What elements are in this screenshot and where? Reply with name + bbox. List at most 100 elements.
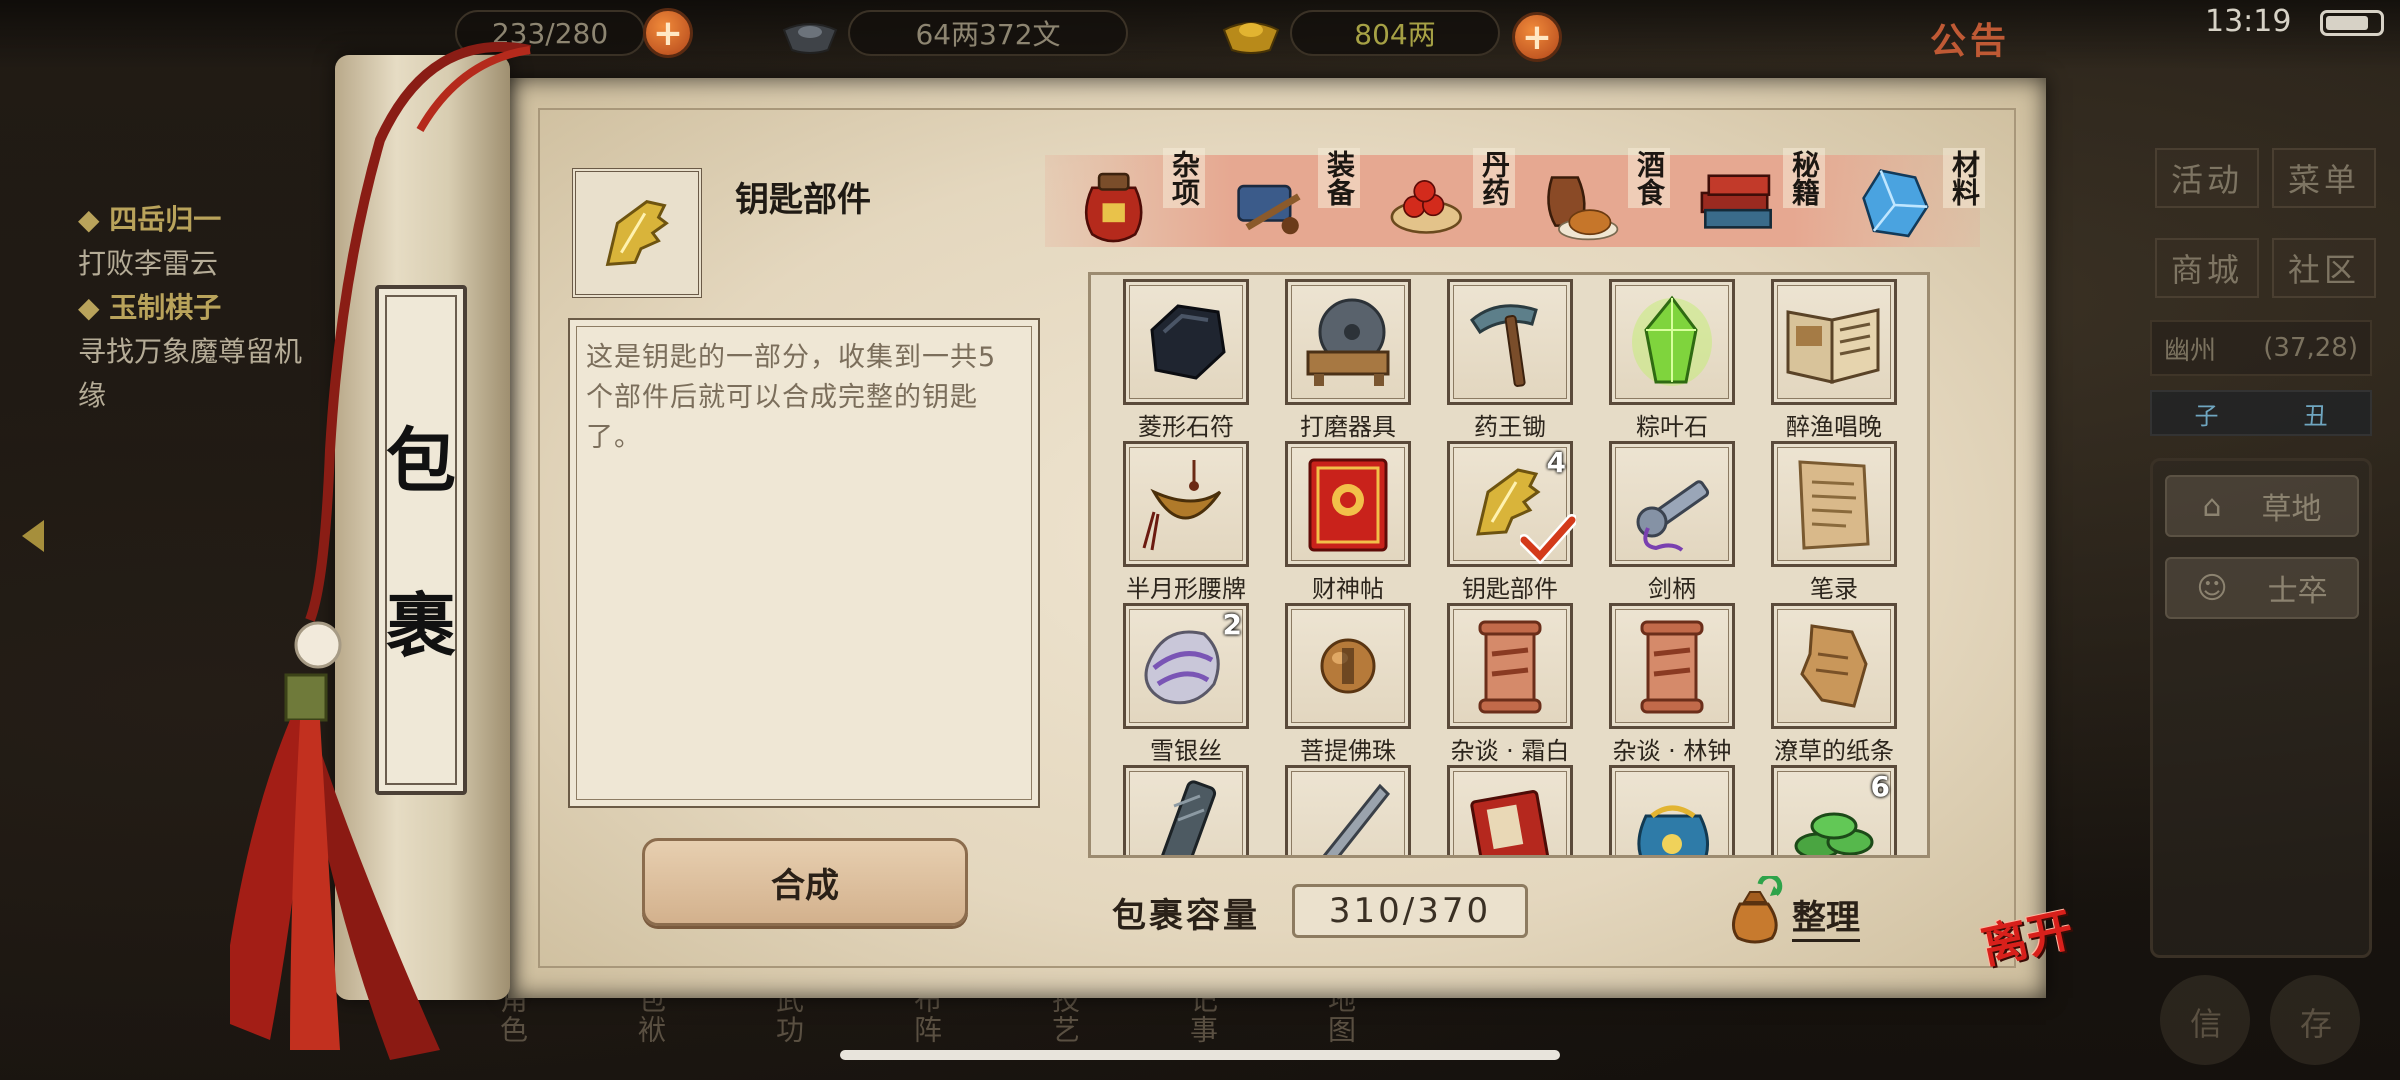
nav-skills[interactable]: 技艺 bbox=[1044, 985, 1084, 1080]
slot-frame bbox=[1447, 765, 1573, 855]
add-stamina-button[interactable]: + bbox=[643, 8, 693, 58]
sort-label: 整理 bbox=[1792, 890, 1860, 942]
nav-bag[interactable]: 包袱 bbox=[630, 985, 670, 1080]
inventory-slot[interactable]: 菩提佛珠 bbox=[1285, 603, 1415, 765]
category-label: 酒食 bbox=[1628, 148, 1670, 208]
torn-paper-icon bbox=[1800, 624, 1868, 708]
book-icon bbox=[1700, 174, 1772, 229]
inventory-slot[interactable]: 潦草的纸条 bbox=[1771, 603, 1901, 765]
category-tab[interactable]: 装备 bbox=[1230, 140, 1370, 265]
add-gold-button[interactable]: + bbox=[1512, 12, 1562, 62]
inventory-slot[interactable] bbox=[1447, 765, 1577, 855]
item-count: 4 bbox=[1546, 446, 1566, 479]
announcement-button[interactable]: 公告 bbox=[1930, 12, 2010, 64]
item-name: 财神帖 bbox=[1312, 575, 1384, 603]
item-name: 药王锄 bbox=[1474, 413, 1546, 441]
item-name: 剑柄 bbox=[1648, 575, 1696, 603]
inventory-slot[interactable]: 打磨器具 bbox=[1285, 279, 1415, 441]
nav-journal[interactable]: 记事 bbox=[1182, 985, 1222, 1080]
inventory-slot[interactable]: 药王锄 bbox=[1447, 279, 1577, 441]
leave-button[interactable]: 离开 bbox=[1975, 890, 2105, 1020]
community-button[interactable]: 社区 bbox=[2272, 238, 2376, 298]
item-name: 钥匙部件 bbox=[1462, 575, 1558, 603]
inventory-slot[interactable]: 6 bbox=[1771, 765, 1901, 855]
selected-item-name: 钥匙部件 bbox=[735, 180, 871, 220]
zodiac-hour: 丑 bbox=[2303, 401, 2328, 430]
waist-token-icon bbox=[1142, 460, 1222, 551]
slot-frame bbox=[1609, 279, 1735, 405]
category-tab[interactable]: 丹药 bbox=[1385, 140, 1525, 265]
item-name: 雪银丝 bbox=[1150, 737, 1222, 765]
inventory-slot[interactable]: 菱形石符 bbox=[1123, 279, 1253, 441]
location-name: 幽州 bbox=[2164, 335, 2217, 366]
item-name: 打磨器具 bbox=[1300, 413, 1396, 441]
selected-item-preview bbox=[572, 168, 702, 298]
category-label: 丹药 bbox=[1473, 148, 1515, 208]
inventory-slot[interactable]: 杂谈 · 霜白 bbox=[1447, 603, 1577, 765]
inventory-slot[interactable] bbox=[1285, 765, 1415, 855]
gold-value: 804两 bbox=[1354, 18, 1436, 51]
zodiac-hour: 子 bbox=[2194, 401, 2219, 430]
inventory-slot[interactable]: 财神帖 bbox=[1285, 441, 1415, 603]
menu-button[interactable]: 菜单 bbox=[2272, 148, 2376, 208]
category-tab[interactable]: 酒食 bbox=[1540, 140, 1680, 265]
battery-fill bbox=[2326, 16, 2368, 30]
slot-frame bbox=[1771, 279, 1897, 405]
item-name: 粽叶石 bbox=[1636, 413, 1708, 441]
open-book-icon bbox=[1786, 308, 1880, 384]
pouch-icon bbox=[1637, 805, 1709, 855]
shop-button[interactable]: 商城 bbox=[2155, 238, 2259, 298]
pills-icon bbox=[1390, 180, 1462, 234]
blade-icon bbox=[1322, 783, 1391, 855]
inventory-slot[interactable]: 2 雪银丝 bbox=[1123, 603, 1253, 765]
house-icon: ⌂ bbox=[2202, 488, 2222, 524]
slot-frame bbox=[1447, 279, 1573, 405]
nav-martial[interactable]: 武功 bbox=[768, 985, 808, 1080]
inventory-slot[interactable]: 半月形腰牌 bbox=[1123, 441, 1253, 603]
category-tab[interactable]: 秘籍 bbox=[1695, 140, 1835, 265]
inventory-slot[interactable]: 醉渔唱晚 bbox=[1771, 279, 1901, 441]
home-indicator[interactable] bbox=[840, 1050, 1560, 1060]
terrain-label: 草地 bbox=[2261, 492, 2322, 527]
item-name: 潦草的纸条 bbox=[1774, 737, 1894, 765]
bead-icon bbox=[1320, 638, 1376, 694]
inventory-slot[interactable]: 笔录 bbox=[1771, 441, 1901, 603]
inventory-slot[interactable]: 4 钥匙部件 bbox=[1447, 441, 1577, 603]
location-display: 幽州 (37,28) bbox=[2150, 320, 2372, 376]
inventory-slot[interactable] bbox=[1609, 765, 1739, 855]
checkmark-icon bbox=[1520, 514, 1576, 564]
terrain-grass-button[interactable]: ⌂ 草地 bbox=[2165, 475, 2359, 537]
slot-frame bbox=[1609, 765, 1735, 855]
collapse-left-icon[interactable] bbox=[22, 520, 44, 552]
sword-hilt-icon bbox=[1636, 480, 1710, 552]
sort-button[interactable]: 整理 bbox=[1720, 876, 1890, 946]
storage-button[interactable]: 存 bbox=[2270, 975, 2360, 1065]
slot-frame bbox=[1285, 765, 1411, 855]
inventory-slot[interactable]: 杂谈 · 林钟 bbox=[1609, 603, 1739, 765]
hoe-icon bbox=[1470, 304, 1538, 387]
soldier-button[interactable]: ☺ 士卒 bbox=[2165, 557, 2359, 619]
silver-pill: 64两372文 bbox=[848, 10, 1128, 56]
mail-button[interactable]: 信 bbox=[2160, 975, 2250, 1065]
compose-button[interactable]: 合成 bbox=[642, 838, 968, 926]
inventory-slot[interactable]: 剑柄 bbox=[1609, 441, 1739, 603]
slot-frame: 4 bbox=[1447, 441, 1576, 567]
item-grid[interactable]: 菱形石符 打磨器具 药王锄 粽叶石 醉渔唱晚半月形腰牌 财神帖 4 钥匙部件 剑柄 笔录 2 雪银丝 菩… bbox=[1088, 272, 1930, 858]
item-count: 6 bbox=[1870, 770, 1890, 803]
activity-button[interactable]: 活动 bbox=[2155, 148, 2259, 208]
grindstone-icon bbox=[1306, 298, 1390, 386]
slot-frame bbox=[1447, 603, 1573, 729]
category-tab[interactable]: 材料 bbox=[1855, 140, 1995, 265]
tassel-icon bbox=[230, 41, 531, 1060]
inventory-slot[interactable] bbox=[1123, 765, 1253, 855]
crystal-icon bbox=[1862, 169, 1929, 238]
nav-formation[interactable]: 布阵 bbox=[906, 985, 946, 1080]
inventory-slot[interactable]: 粽叶石 bbox=[1609, 279, 1739, 441]
item-name: 菱形石符 bbox=[1138, 413, 1234, 441]
money-bag-icon bbox=[1732, 876, 1783, 944]
nav-map[interactable]: 地图 bbox=[1320, 985, 1360, 1080]
paper-note-icon bbox=[1798, 460, 1870, 550]
category-tab[interactable]: 杂项 bbox=[1075, 140, 1215, 265]
silver-value: 64两372文 bbox=[915, 18, 1061, 51]
slot-frame bbox=[1771, 441, 1897, 567]
